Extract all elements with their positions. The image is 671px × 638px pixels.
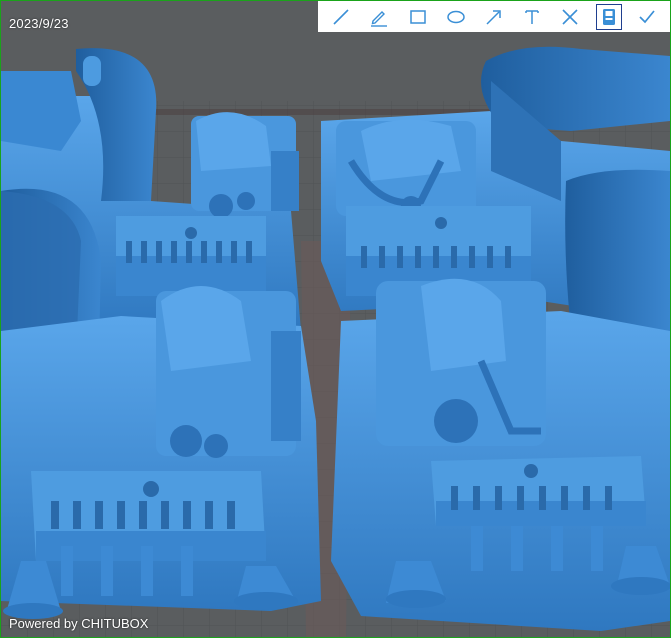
rectangle-icon — [409, 9, 426, 24]
close-icon — [562, 8, 578, 25]
rectangle-tool-button[interactable] — [405, 4, 431, 30]
save-tool-button[interactable] — [595, 3, 622, 30]
close-tool-button[interactable] — [557, 4, 583, 30]
text-icon — [525, 9, 539, 24]
arrow-icon — [486, 9, 501, 25]
check-icon — [639, 9, 655, 23]
save-icon — [602, 8, 615, 25]
screenshot-frame: 2023/9/23 Powered by CHITUBOX — [0, 0, 671, 638]
line-icon — [333, 8, 349, 25]
pencil-icon — [371, 10, 388, 27]
pen-tool-button[interactable] — [366, 4, 392, 30]
line-tool-button[interactable] — [328, 4, 354, 30]
text-tool-button[interactable] — [519, 4, 545, 30]
ellipse-tool-button[interactable] — [443, 4, 469, 30]
annotation-toolbar — [318, 1, 670, 32]
capture-timestamp: 2023/9/23 — [9, 16, 69, 31]
comb-top-left — [116, 216, 266, 296]
watermark-text: Powered by CHITUBOX — [9, 616, 149, 631]
engine-model-top-right — [336, 119, 476, 216]
engine-model-top-left — [191, 112, 299, 218]
arrow-tool-button[interactable] — [481, 4, 507, 30]
engine-model-bottom-right — [376, 278, 546, 446]
engine-model-bottom-left — [156, 286, 301, 458]
comb-bottom-right — [431, 456, 646, 526]
confirm-tool-button[interactable] — [634, 4, 660, 30]
ellipse-icon — [447, 10, 465, 23]
3d-viewport[interactable] — [1, 1, 670, 637]
